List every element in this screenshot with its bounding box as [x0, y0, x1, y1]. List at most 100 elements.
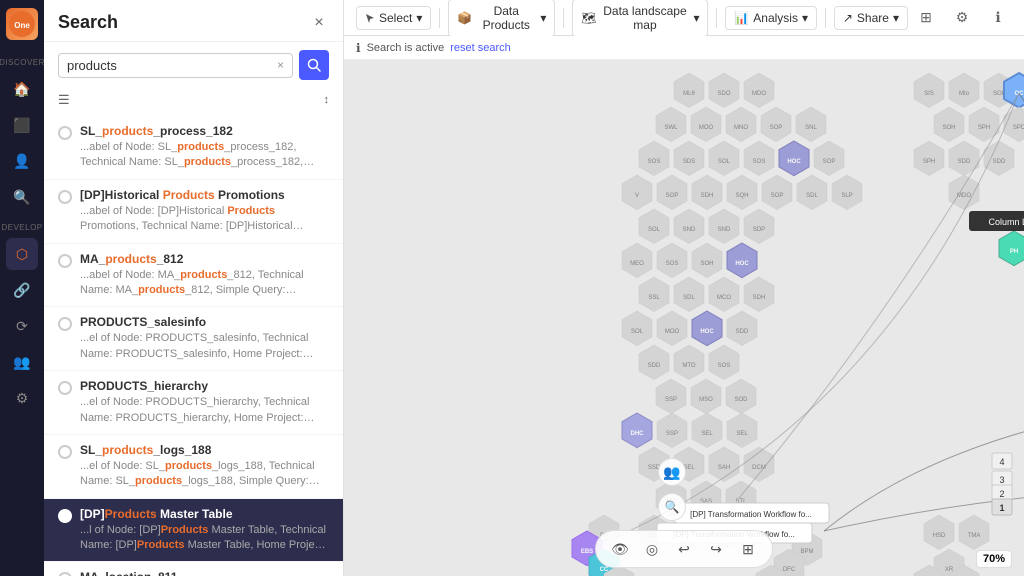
reset-search-link[interactable]: reset search [450, 42, 511, 54]
map-icon: 🗺 [581, 11, 596, 25]
result-snippet: ...el of Node: PRODUCTS_salesinfo, Techn… [80, 331, 329, 362]
svg-text:SOL: SOL [631, 329, 644, 335]
map-canvas[interactable]: MLθ SDO MDO SWL MOO MNO SOP SNL SOS SDS … [344, 60, 1024, 576]
svg-text:SOP: SOP [666, 193, 679, 199]
toolbar-sep-2 [563, 8, 564, 28]
svg-text:SOL: SOL [718, 159, 731, 165]
sidebar-search-icon[interactable]: 🔍 [6, 181, 38, 213]
svg-text:SDH: SDH [701, 193, 714, 199]
search-active-text: Search is active [367, 42, 445, 54]
result-item[interactable]: [DP]Products Master Table ...l of Node: [… [44, 499, 343, 563]
svg-text:SDD: SDD [993, 159, 1006, 165]
grid-tool-button[interactable]: ⊞ [734, 535, 762, 563]
result-title: [DP]Products Master Table [80, 507, 329, 521]
filter-icon[interactable]: ☰ [58, 92, 70, 108]
result-item[interactable]: MA_products_812...abel of Node: MA_produ… [44, 244, 343, 308]
analysis-icon: 📊 [734, 11, 749, 25]
close-button[interactable]: × [309, 13, 329, 33]
svg-text:SSP: SSP [665, 397, 677, 403]
search-results: SL_products_process_182...abel of Node: … [44, 112, 343, 576]
clear-input-button[interactable]: × [277, 58, 284, 72]
svg-text:DHC: DHC [631, 431, 645, 437]
result-snippet: ...l of Node: [DP]Products Master Table,… [80, 523, 329, 554]
svg-text:SDS: SDS [683, 159, 695, 165]
svg-text:SSP: SSP [666, 431, 678, 437]
sidebar-user-icon[interactable]: 👤 [6, 145, 38, 177]
svg-text:SOP: SOP [771, 193, 784, 199]
search-input[interactable] [67, 58, 277, 73]
svg-text:HOC: HOC [735, 261, 749, 267]
undo-button[interactable]: ↩ [670, 535, 698, 563]
svg-text:BPM: BPM [800, 549, 813, 555]
svg-text:MTO: MTO [682, 363, 696, 369]
search-button[interactable] [299, 50, 329, 80]
svg-text:SNL: SNL [805, 125, 817, 131]
data-landscape-label: Data landscape map [600, 4, 689, 32]
data-landscape-button[interactable]: 🗺 Data landscape map ▾ [572, 0, 708, 37]
select-button[interactable]: Select ▾ [356, 6, 431, 30]
people-floating-button[interactable]: 👥 [658, 458, 686, 486]
svg-text:SDH: SDH [753, 295, 766, 301]
result-content: [DP]Products Master Table ...l of Node: [… [80, 507, 329, 554]
svg-text:CC: CC [600, 567, 609, 573]
data-landscape-chevron: ▾ [693, 11, 699, 25]
result-item[interactable]: SL_products_process_182...abel of Node: … [44, 116, 343, 180]
info-icon[interactable]: ℹ [984, 4, 1012, 32]
settings-icon[interactable]: ⚙ [948, 4, 976, 32]
svg-text:HSD: HSD [933, 533, 946, 539]
search-title: Search [58, 12, 118, 33]
sidebar-grid-icon[interactable]: ⬛ [6, 109, 38, 141]
svg-text:SOS: SOS [648, 159, 661, 165]
search-toolbar: ☰ ↕ [44, 88, 343, 112]
data-products-button[interactable]: 📦 Data Products ▾ [448, 0, 555, 37]
svg-text:MLθ: MLθ [683, 91, 695, 97]
grid-view-icon[interactable]: ⊞ [912, 4, 940, 32]
svg-text:SDD: SDD [648, 363, 661, 369]
svg-text:SOD: SOD [734, 397, 748, 403]
logo[interactable]: One [6, 8, 38, 40]
svg-text:SDD: SDD [958, 159, 971, 165]
svg-text:SLP: SLP [841, 193, 852, 199]
result-item[interactable]: SL_products_logs_188...el of Node: SL_pr… [44, 435, 343, 499]
top-toolbar: Select ▾ 📦 Data Products ▾ 🗺 Data landsc… [344, 0, 1024, 36]
svg-text:SDD: SDD [736, 329, 749, 335]
search-input-row: × [44, 42, 343, 88]
svg-text:1: 1 [999, 503, 1004, 513]
zoom-edit-button[interactable]: 🔍 [658, 493, 686, 521]
result-item[interactable]: PRODUCTS_hierarchy...el of Node: PRODUCT… [44, 371, 343, 435]
toolbar-sep-3 [716, 8, 717, 28]
svg-text:SDL: SDL [683, 295, 695, 301]
develop-label: DEVELOP [1, 223, 42, 232]
result-content: [DP]Historical Products Promotions...abe… [80, 188, 329, 235]
svg-text:SOL: SOL [993, 91, 1006, 97]
result-item[interactable]: PRODUCTS_salesinfo...el of Node: PRODUCT… [44, 307, 343, 371]
sidebar-people-icon[interactable]: 👥 [6, 346, 38, 378]
redo-button[interactable]: ↪ [702, 535, 730, 563]
svg-text:MNO: MNO [734, 125, 748, 131]
circle-tool-button[interactable]: ◎ [638, 535, 666, 563]
svg-text:SND: SND [718, 227, 731, 233]
result-radio [58, 190, 72, 204]
svg-text:One: One [14, 21, 30, 30]
data-products-label: Data Products [476, 4, 536, 32]
share-chevron: ▾ [893, 11, 899, 25]
analysis-button[interactable]: 📊 Analysis ▾ [725, 6, 817, 30]
result-title: MA_location_811 [80, 570, 329, 576]
svg-text:SOP: SOP [770, 125, 783, 131]
sidebar-settings-icon[interactable]: ⚙ [6, 382, 38, 414]
share-button[interactable]: ↗ Share ▾ [834, 6, 908, 30]
zoom-level: 70% [976, 550, 1012, 568]
search-active-bar: ℹ Search is active reset search [344, 36, 1024, 60]
toolbar-sep-1 [439, 8, 440, 28]
sort-icon[interactable]: ↕ [324, 94, 330, 106]
sidebar-link-icon[interactable]: 🔗 [6, 274, 38, 306]
sidebar-home-icon[interactable]: 🏠 [6, 73, 38, 105]
eye-tool-button[interactable]: 👁 [606, 535, 634, 563]
result-item[interactable]: [DP]Historical Products Promotions...abe… [44, 180, 343, 244]
svg-text:MDO: MDO [752, 91, 766, 97]
result-item[interactable]: MA_location_811...Asset Description: His… [44, 562, 343, 576]
sidebar-refresh-icon[interactable]: ⟳ [6, 310, 38, 342]
sidebar-hex-icon[interactable]: ⬡ [6, 238, 38, 270]
svg-text:DCM: DCM [752, 465, 766, 471]
result-content: SL_products_process_182...abel of Node: … [80, 124, 329, 171]
